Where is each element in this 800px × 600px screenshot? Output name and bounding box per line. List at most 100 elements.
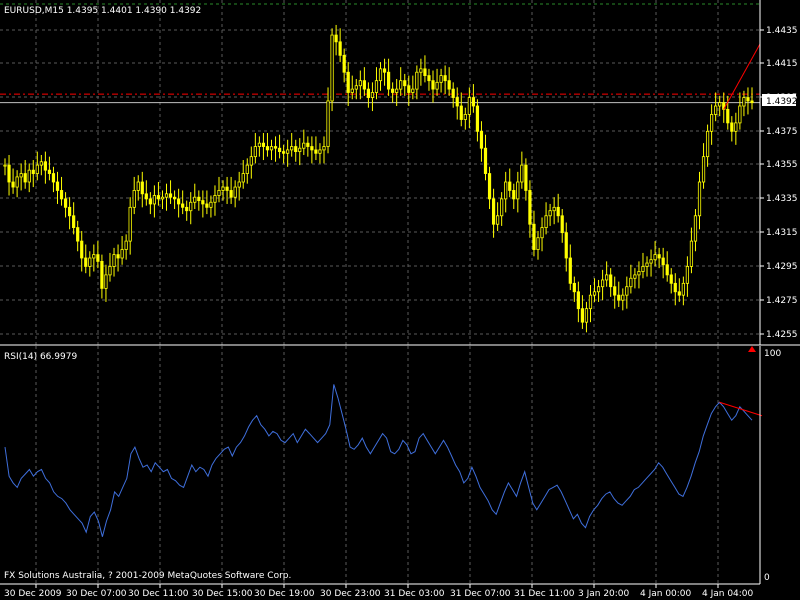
candle-body (548, 210, 552, 217)
candle-body (120, 249, 124, 259)
candle-body (209, 201, 213, 208)
candle-body (471, 97, 475, 107)
candle-body (241, 173, 245, 183)
symbol-header: EURUSD,M15 1.4395 1.4401 1.4390 1.4392 (4, 6, 201, 16)
candle-body (568, 257, 572, 284)
candle-body (104, 274, 108, 289)
candle-body (516, 181, 520, 200)
candle-body (152, 195, 156, 205)
candle-body (475, 105, 480, 132)
candle-body (524, 164, 528, 191)
price-tick-label: 1.4255 (766, 330, 798, 340)
candle-body (730, 122, 734, 132)
candle-body (286, 149, 290, 154)
candle-body (718, 102, 722, 107)
candle-body (455, 97, 459, 107)
candle-body (374, 80, 379, 93)
candle-body (282, 151, 286, 154)
candle-body (714, 105, 718, 115)
candle-body (382, 68, 387, 73)
candle-body (116, 254, 120, 259)
candle-body (237, 181, 241, 188)
candle-body (386, 71, 391, 90)
candle-body (625, 286, 629, 296)
candle-body (136, 181, 140, 191)
time-tick-label: 31 Dec 07:00 (450, 589, 511, 599)
candle-body (556, 206, 560, 217)
candle-body (290, 146, 294, 151)
candle-body (544, 215, 548, 228)
candle-body (584, 308, 589, 323)
candle-body (528, 190, 532, 225)
candle-body (342, 54, 346, 73)
candle-body (189, 201, 193, 212)
candle-body (273, 146, 278, 149)
time-tick-label: 30 Dec 11:00 (128, 589, 189, 599)
candle-body (411, 88, 415, 93)
time-tick-label: 3 Jan 20:00 (578, 589, 630, 599)
candle-body (540, 227, 544, 239)
price-tick-label: 1.4415 (766, 59, 798, 69)
candle-body (742, 97, 746, 107)
candle-body (423, 68, 427, 76)
candle-body (112, 254, 116, 267)
candle-body (734, 122, 738, 132)
candle-body (63, 198, 68, 208)
candle-body (100, 260, 104, 289)
candle-body (108, 266, 112, 276)
candle-body (726, 108, 730, 124)
candle-body (27, 169, 31, 183)
candle-body (15, 176, 19, 188)
candle-body (213, 195, 217, 203)
candle-body (322, 146, 326, 151)
candle-body (580, 308, 585, 323)
candle-body (132, 190, 136, 208)
candle-body (435, 81, 439, 90)
candle-body (657, 254, 661, 259)
candle-body (439, 75, 443, 83)
candle-body (487, 173, 492, 200)
candle-body (588, 294, 593, 310)
candle-body (43, 161, 47, 171)
trading-chart[interactable]: 1.44351.44151.43951.43751.43551.43351.43… (0, 0, 800, 600)
candle-body (479, 130, 484, 149)
candle-body (427, 75, 431, 82)
time-tick-label: 30 Dec 23:00 (320, 589, 381, 599)
candle-body (463, 114, 467, 120)
candle-body (710, 114, 714, 132)
candle-body (156, 195, 161, 200)
copyright-text: FX Solutions Australia, ? 2001-2009 Meta… (4, 571, 291, 581)
candle-body (47, 169, 52, 174)
candle-body (560, 215, 564, 234)
candle-body (249, 156, 253, 166)
candle-body (35, 164, 39, 174)
candle-body (536, 237, 540, 250)
candle-body (689, 240, 694, 267)
price-tick-label: 1.4275 (766, 296, 798, 306)
candle-body (609, 274, 613, 288)
candle-body (269, 146, 274, 151)
candle-body (185, 206, 189, 212)
candle-body (350, 88, 354, 93)
candle-body (738, 105, 742, 124)
candle-body (621, 294, 625, 301)
candle-body (750, 100, 754, 104)
candle-body (665, 264, 669, 276)
candle-body (601, 279, 605, 288)
time-tick-label: 31 Dec 11:00 (514, 589, 575, 599)
price-tick-label: 1.4375 (766, 127, 798, 137)
candle-body (306, 142, 310, 147)
candle-body (128, 206, 132, 242)
candle-body (23, 173, 27, 183)
current-price-label: 1.4392 (766, 97, 798, 107)
candle-body (483, 147, 488, 174)
candle-body (160, 196, 165, 200)
candle-body (520, 164, 524, 183)
candle-body (653, 254, 657, 261)
candle-body (697, 181, 702, 217)
time-tick-label: 30 Dec 15:00 (192, 589, 253, 599)
candle-body (693, 215, 698, 242)
candle-body (193, 196, 197, 203)
candle-body (84, 257, 88, 267)
candle-body (407, 85, 411, 93)
